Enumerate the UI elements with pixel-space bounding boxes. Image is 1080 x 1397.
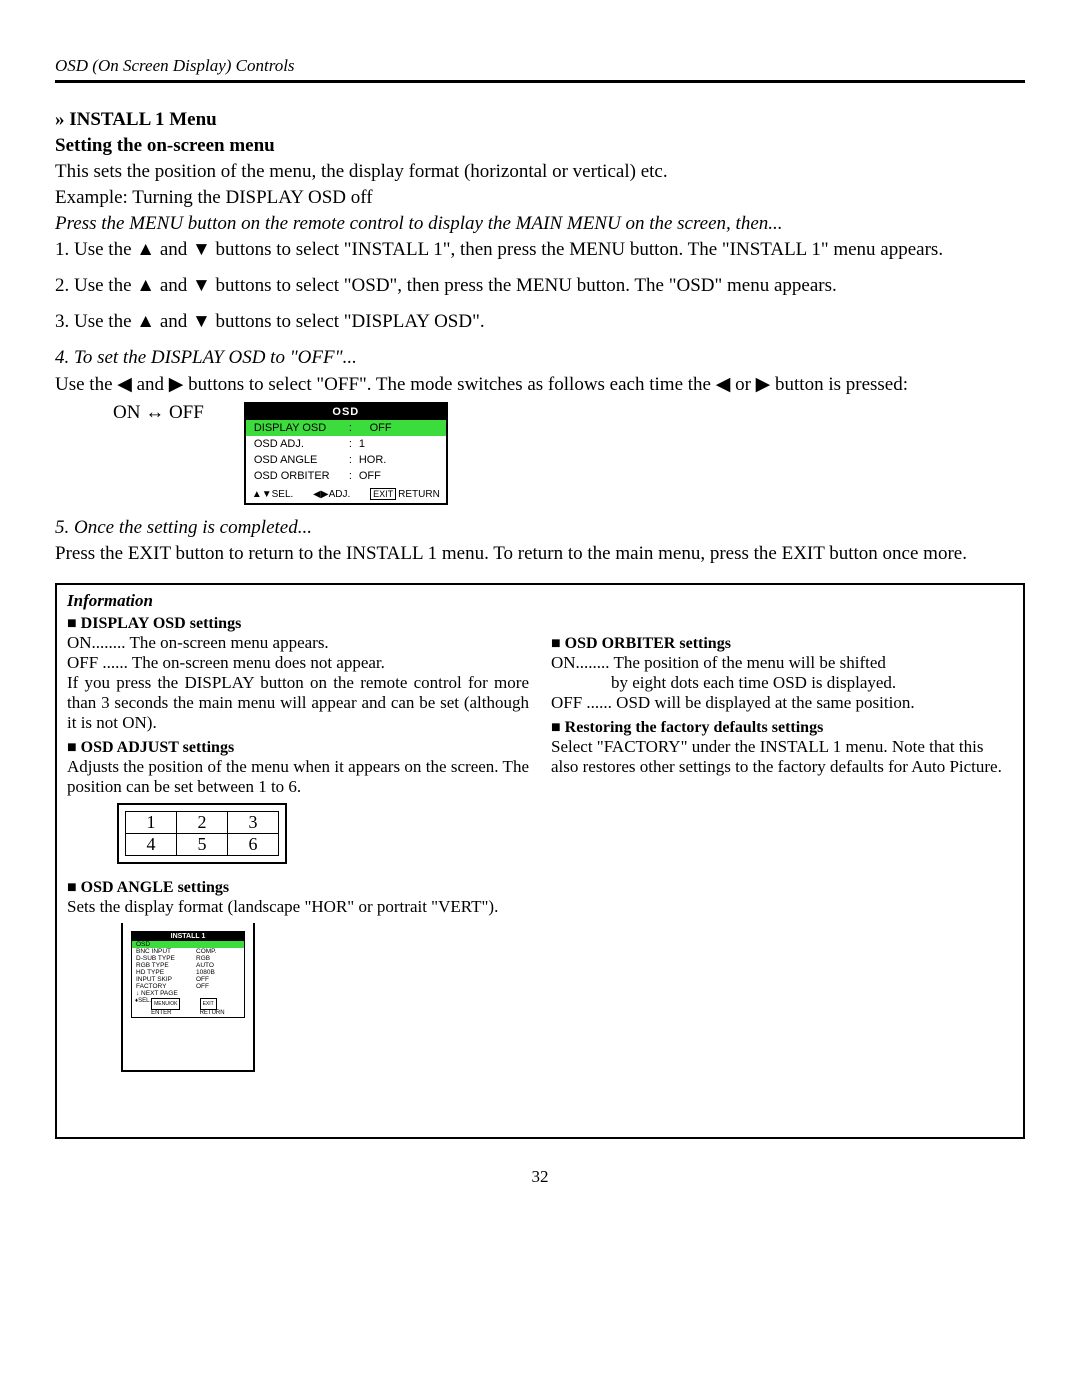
osd-angle-body: Sets the display format (landscape "HOR"… (67, 897, 529, 917)
step-4-heading: 4. To set the DISPLAY OSD to "OFF"... (55, 347, 1025, 369)
on-off-toggle-text: ON ↔ OFF (113, 402, 204, 424)
position-cell: 2 (177, 812, 228, 834)
install1-title: INSTALL 1 (132, 932, 244, 941)
display-osd-note: If you press the DISPLAY button on the r… (67, 673, 529, 733)
install1-row: HD TYPE1080B (132, 969, 244, 976)
info-right-column: ■ OSD ORBITER settings ON........ The po… (551, 615, 1013, 1072)
position-cell: 4 (126, 834, 177, 856)
leftright-icon: ◀▶ (313, 489, 328, 500)
position-cell: 5 (177, 834, 228, 856)
display-osd-on: ON........ The on-screen menu appears. (67, 633, 529, 653)
install1-row: FACTORYOFF (132, 983, 244, 990)
osd-orbiter-off: OFF ...... OSD will be displayed at the … (551, 693, 1013, 713)
osd-orbiter-on-line2: by eight dots each time OSD is displayed… (551, 673, 1013, 693)
position-cell: 6 (228, 834, 279, 856)
install1-preview-frame: INSTALL 1 OSDBNC INPUTCOMP.D-SUB TYPERGB… (121, 923, 255, 1072)
example-line: Example: Turning the DISPLAY OSD off (55, 187, 1025, 209)
page-number: 32 (55, 1167, 1025, 1187)
osd-menu-row: DISPLAY OSD:◀ OFF ▶ (246, 420, 446, 436)
osd-menu-row: OSD ADJ.:1 (246, 436, 446, 452)
press-menu-instruction: Press the MENU button on the remote cont… (55, 213, 1025, 235)
install1-row: OSD (132, 941, 244, 948)
position-table: 123 456 (117, 803, 287, 864)
exit-button-icon: EXIT (370, 488, 396, 500)
osd-adjust-heading: ■ OSD ADJUST settings (67, 739, 529, 757)
intro-paragraph: This sets the position of the menu, the … (55, 161, 1025, 183)
install1-row: BNC INPUTCOMP. (132, 948, 244, 955)
display-osd-settings-heading: ■ DISPLAY OSD settings (67, 615, 529, 633)
step-5-heading: 5. Once the setting is completed... (55, 517, 1025, 539)
osd-orbiter-heading: ■ OSD ORBITER settings (551, 635, 1013, 653)
osd-menu-row: OSD ANGLE:HOR. (246, 452, 446, 468)
step-1: 1. Use the ▲ and ▼ buttons to select "IN… (55, 239, 1025, 261)
information-box: Information ■ DISPLAY OSD settings ON...… (55, 583, 1025, 1139)
header-rule (55, 80, 1025, 83)
updown-icon: ▲▼ (252, 489, 272, 500)
running-header: OSD (On Screen Display) Controls (55, 56, 1025, 76)
install1-menu-heading: » INSTALL 1 Menu (55, 109, 1025, 131)
install1-row: D-SUB TYPERGB (132, 955, 244, 962)
factory-defaults-heading: ■ Restoring the factory defaults setting… (551, 719, 1013, 737)
osd-angle-heading: ■ OSD ANGLE settings (67, 879, 529, 897)
osd-menu-footer: ▲▼SEL. ◀▶ADJ. EXITRETURN (246, 484, 446, 503)
osd-menu-title: OSD (246, 404, 446, 420)
info-left-column: ■ DISPLAY OSD settings ON........ The on… (67, 615, 529, 1072)
install1-menu-preview: INSTALL 1 OSDBNC INPUTCOMP.D-SUB TYPERGB… (131, 931, 245, 1018)
osd-adjust-body: Adjusts the position of the menu when it… (67, 757, 529, 797)
position-cell: 1 (126, 812, 177, 834)
step-4-body: Use the ◀ and ▶ buttons to select "OFF".… (55, 373, 1025, 396)
information-title: Information (67, 591, 1013, 611)
install1-footer: ♦SEL. MENU/OKENTER EXITRETURN (132, 997, 244, 1017)
step-3: 3. Use the ▲ and ▼ buttons to select "DI… (55, 311, 1025, 333)
step-2: 2. Use the ▲ and ▼ buttons to select "OS… (55, 275, 1025, 297)
step-5-body: Press the EXIT button to return to the I… (55, 543, 1025, 565)
install1-row: ↓ NEXT PAGE (132, 990, 244, 997)
osd-menu-preview: OSD DISPLAY OSD:◀ OFF ▶OSD ADJ.:1OSD ANG… (244, 402, 448, 505)
install1-row: INPUT SKIPOFF (132, 976, 244, 983)
setting-onscreen-heading: Setting the on-screen menu (55, 135, 1025, 157)
position-cell: 3 (228, 812, 279, 834)
osd-menu-row: OSD ORBITER:OFF (246, 468, 446, 484)
display-osd-off: OFF ...... The on-screen menu does not a… (67, 653, 529, 673)
osd-orbiter-on-line1: ON........ The position of the menu will… (551, 653, 1013, 673)
factory-defaults-body: Select "FACTORY" under the INSTALL 1 men… (551, 737, 1013, 777)
install1-row: RGB TYPEAUTO (132, 962, 244, 969)
